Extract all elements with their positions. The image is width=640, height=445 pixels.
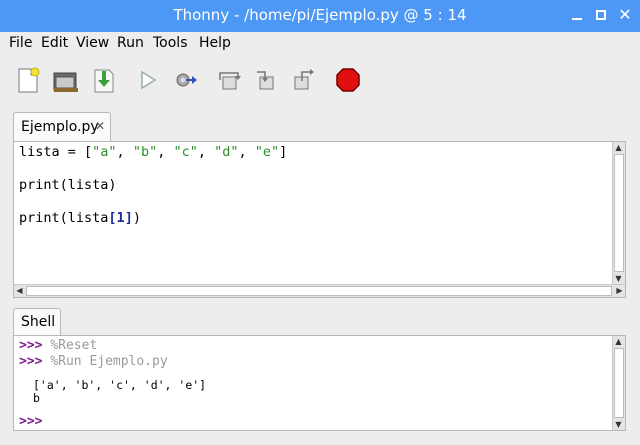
menu-tools[interactable]: Tools <box>153 35 188 51</box>
step-into-icon[interactable] <box>252 66 280 94</box>
scrollbar-thumb[interactable] <box>26 286 612 296</box>
editor-horizontal-scrollbar[interactable]: ◀ ▶ <box>14 284 625 297</box>
step-over-icon[interactable] <box>216 66 244 94</box>
close-tab-icon[interactable]: ✕ <box>95 119 105 133</box>
shell-output: b <box>33 391 40 405</box>
toolbar <box>0 56 640 106</box>
shell-line: >>> %Reset <box>19 338 98 353</box>
new-file-icon[interactable] <box>14 66 42 94</box>
minimize-button[interactable] <box>566 4 588 26</box>
shell-console[interactable]: >>> %Reset >>> %Run Ejemplo.py ['a', 'b'… <box>13 335 626 431</box>
maximize-icon <box>596 10 606 20</box>
window-title: Thonny - /home/pi/Ejemplo.py @ 5 : 14 <box>173 6 467 24</box>
menu-bar: File Edit View Run Tools Help <box>0 32 640 56</box>
editor-vertical-scrollbar[interactable]: ▲ ▼ <box>612 142 625 284</box>
shell-line: >>> %Run Ejemplo.py <box>19 354 168 369</box>
menu-run[interactable]: Run <box>117 35 144 51</box>
scroll-right-icon[interactable]: ▶ <box>614 285 625 296</box>
menu-view[interactable]: View <box>76 35 109 51</box>
code-editor[interactable]: lista = ["a", "b", "c", "d", "e"] print(… <box>13 141 626 298</box>
scrollbar-thumb[interactable] <box>614 348 624 418</box>
code-line: lista = ["a", "b", "c", "d", "e"] <box>19 144 288 160</box>
run-icon[interactable] <box>134 66 162 94</box>
code-text[interactable]: lista = ["a", "b", "c", "d", "e"] print(… <box>19 144 287 227</box>
debug-icon[interactable] <box>172 66 200 94</box>
scroll-down-icon[interactable]: ▼ <box>613 419 624 430</box>
title-bar: Thonny - /home/pi/Ejemplo.py @ 5 : 14 ✕ <box>0 0 640 32</box>
tab-shell[interactable]: Shell <box>13 308 61 336</box>
menu-help[interactable]: Help <box>199 35 231 51</box>
scroll-up-icon[interactable]: ▲ <box>613 336 624 347</box>
scroll-up-icon[interactable]: ▲ <box>613 142 624 153</box>
minimize-icon <box>572 18 582 20</box>
scroll-down-icon[interactable]: ▼ <box>613 273 624 284</box>
step-out-icon[interactable] <box>290 66 318 94</box>
save-icon[interactable] <box>90 66 118 94</box>
scroll-left-icon[interactable]: ◀ <box>14 285 25 296</box>
close-button[interactable]: ✕ <box>614 4 636 26</box>
menu-edit[interactable]: Edit <box>41 35 68 51</box>
code-line: print(lista) <box>19 177 117 193</box>
code-line: print(lista[1]) <box>19 210 141 226</box>
menu-file[interactable]: File <box>9 35 32 51</box>
stop-icon[interactable] <box>334 66 362 94</box>
tab-label: Ejemplo.py <box>21 119 99 135</box>
tab-label: Shell <box>21 314 56 330</box>
scrollbar-thumb[interactable] <box>614 154 624 272</box>
shell-output: ['a', 'b', 'c', 'd', 'e'] <box>33 378 207 392</box>
open-folder-icon[interactable] <box>52 66 80 94</box>
shell-vertical-scrollbar[interactable]: ▲ ▼ <box>612 336 625 430</box>
maximize-button[interactable] <box>590 4 612 26</box>
tab-ejemplo-py[interactable]: Ejemplo.py ✕ <box>13 112 111 142</box>
shell-prompt-line[interactable]: >>> <box>19 414 42 430</box>
